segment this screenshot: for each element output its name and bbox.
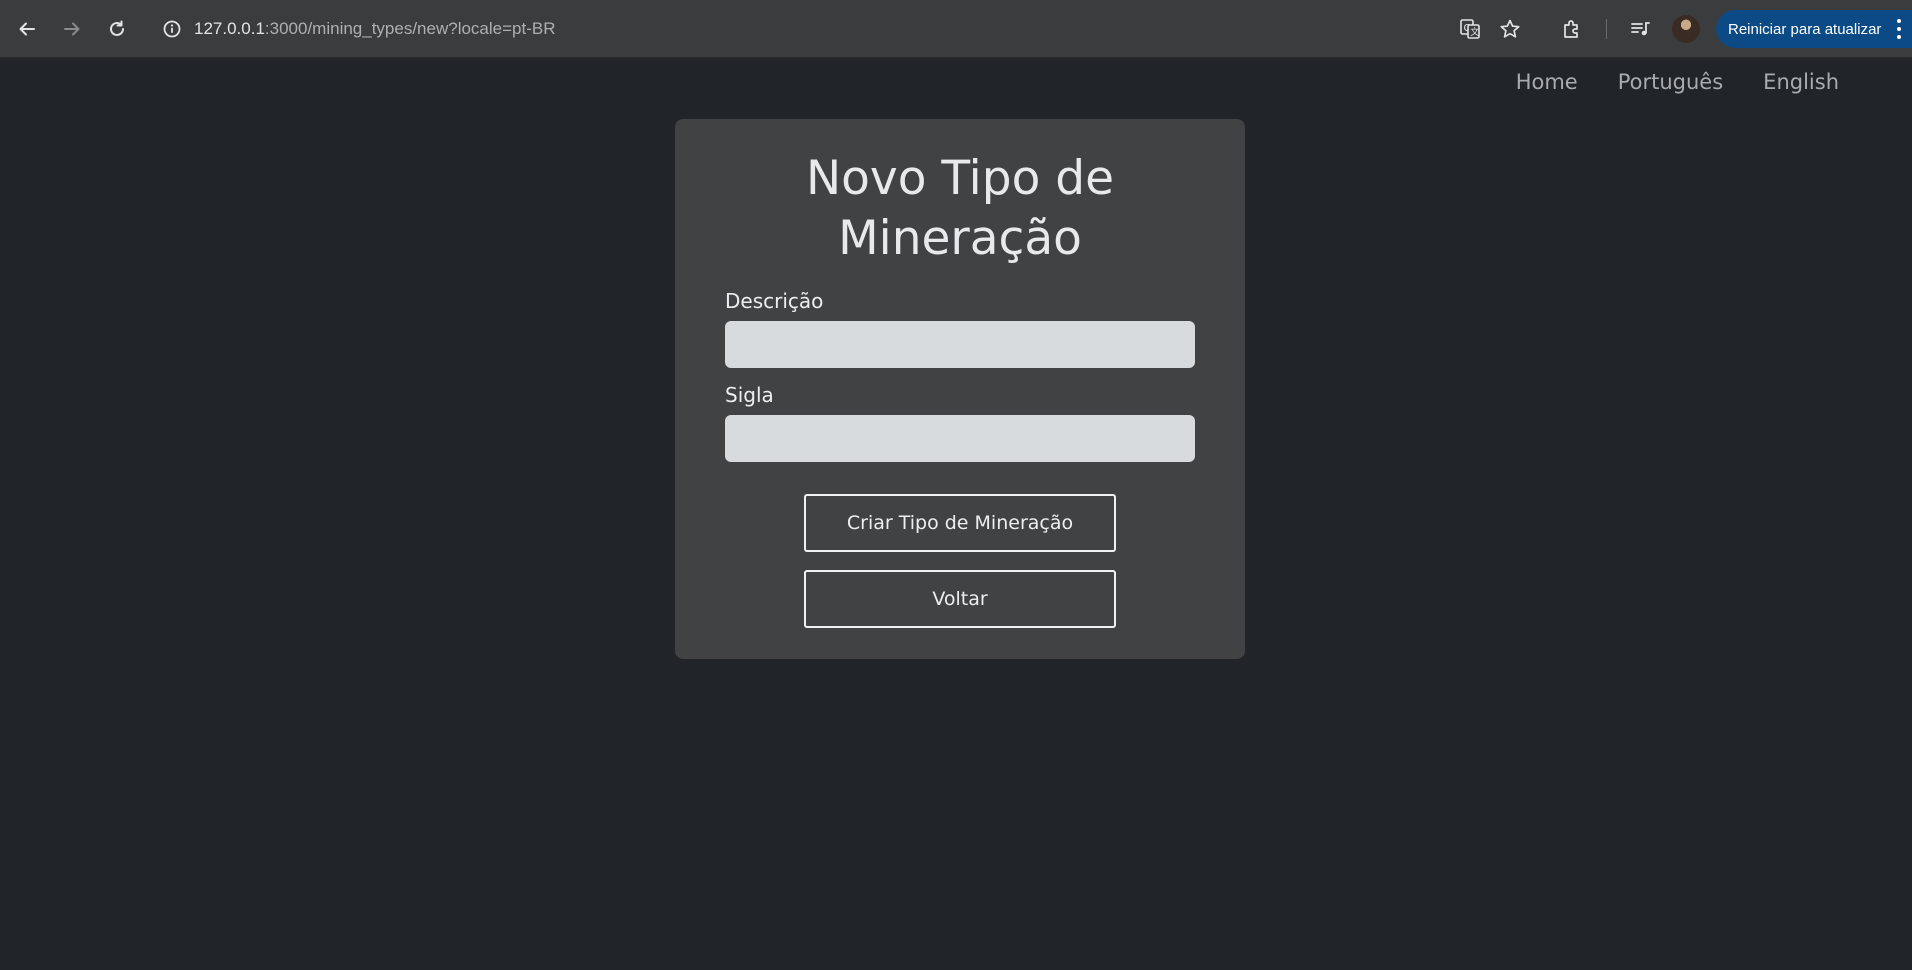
translate-icon[interactable]: G文 <box>1454 13 1486 45</box>
page-title: Novo Tipo de Mineração <box>805 151 1115 266</box>
form-card: Novo Tipo de Mineração Descrição Sigla C… <box>675 119 1245 659</box>
descricao-input[interactable] <box>725 321 1195 368</box>
url-host: 127.0.0.1 <box>194 19 265 38</box>
browser-toolbar: 127.0.0.1:3000/mining_types/new?locale=p… <box>0 0 1912 58</box>
info-icon[interactable] <box>156 13 188 45</box>
forward-arrow-icon[interactable] <box>56 13 88 45</box>
puzzle-icon[interactable] <box>1556 13 1588 45</box>
media-queue-icon[interactable] <box>1624 13 1656 45</box>
url-text[interactable]: 127.0.0.1:3000/mining_types/new?locale=p… <box>194 19 556 39</box>
sigla-label: Sigla <box>725 383 774 407</box>
nav-link-english[interactable]: English <box>1763 70 1839 94</box>
kebab-menu-icon[interactable] <box>1896 19 1902 39</box>
nav-link-home[interactable]: Home <box>1516 70 1578 94</box>
svg-text:文: 文 <box>1470 26 1479 38</box>
back-arrow-icon[interactable] <box>11 13 43 45</box>
update-button-label: Reiniciar para atualizar <box>1728 20 1882 38</box>
nav-link-portugues[interactable]: Português <box>1618 70 1723 94</box>
site-nav: Home Português English <box>1516 70 1839 94</box>
url-path: :3000/mining_types/new?locale=pt-BR <box>264 19 556 38</box>
address-bar[interactable]: 127.0.0.1:3000/mining_types/new?locale=p… <box>156 13 556 45</box>
sigla-input[interactable] <box>725 415 1195 462</box>
update-button[interactable]: Reiniciar para atualizar <box>1716 10 1912 48</box>
descricao-label: Descrição <box>725 289 824 313</box>
create-mining-type-button[interactable]: Criar Tipo de Mineração <box>804 494 1116 552</box>
back-button[interactable]: Voltar <box>804 570 1116 628</box>
star-icon[interactable] <box>1494 13 1526 45</box>
reload-icon[interactable] <box>101 13 133 45</box>
toolbar-divider <box>1606 19 1607 39</box>
profile-avatar[interactable] <box>1672 15 1700 43</box>
